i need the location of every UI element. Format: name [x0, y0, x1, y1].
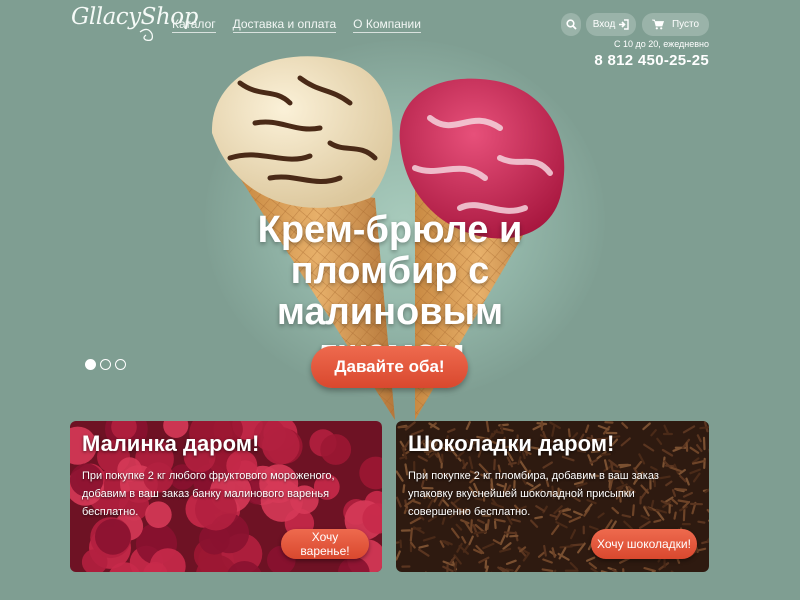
main-nav: Каталог Доставка и оплата О Компании — [172, 17, 421, 33]
promo-chocolate-title: Шоколадки даром! — [408, 431, 615, 456]
login-icon — [619, 19, 630, 30]
promo-card-raspberry: Малинка даром! При покупке 2 кг любого ф… — [70, 421, 382, 572]
working-hours: С 10 до 20, ежедневно — [614, 39, 709, 49]
cart-button[interactable]: Пусто — [642, 13, 709, 36]
cart-icon — [651, 19, 664, 30]
promo-card-chocolate: Шоколадки даром! При покупке 2 кг пломби… — [396, 421, 709, 572]
slider-dot-2[interactable] — [100, 359, 111, 370]
search-button[interactable] — [561, 13, 581, 36]
phone-number[interactable]: 8 812 450-25-25 — [594, 52, 709, 69]
nav-about[interactable]: О Компании — [353, 17, 421, 33]
promo-raspberry-title: Малинка даром! — [82, 431, 260, 456]
slider-dot-1[interactable] — [85, 359, 96, 370]
nav-catalog[interactable]: Каталог — [172, 17, 216, 33]
hero-cta-button[interactable]: Давайте оба! — [311, 346, 468, 388]
logo-swirl-icon — [139, 28, 154, 42]
nav-delivery[interactable]: Доставка и оплата — [232, 17, 337, 33]
hero-title-line1: Крем-брюле и — [257, 209, 523, 251]
promo-raspberry-text: При покупке 2 кг любого фруктового морож… — [82, 470, 335, 518]
login-label: Вход — [592, 19, 616, 30]
hero-title-line2: пломбир с — [290, 250, 490, 292]
slider-pagination — [85, 359, 126, 370]
cart-label: Пусто — [671, 19, 700, 30]
slider-dot-3[interactable] — [115, 359, 126, 370]
want-chocolate-button[interactable]: Хочу шоколадки! — [591, 529, 697, 559]
promo-chocolate-text: При покупке 2 кг пломбира, добавим в ваш… — [408, 470, 659, 518]
search-icon — [565, 19, 577, 30]
login-button[interactable]: Вход — [586, 13, 636, 36]
want-jam-button[interactable]: Хочу варенье! — [281, 529, 369, 559]
